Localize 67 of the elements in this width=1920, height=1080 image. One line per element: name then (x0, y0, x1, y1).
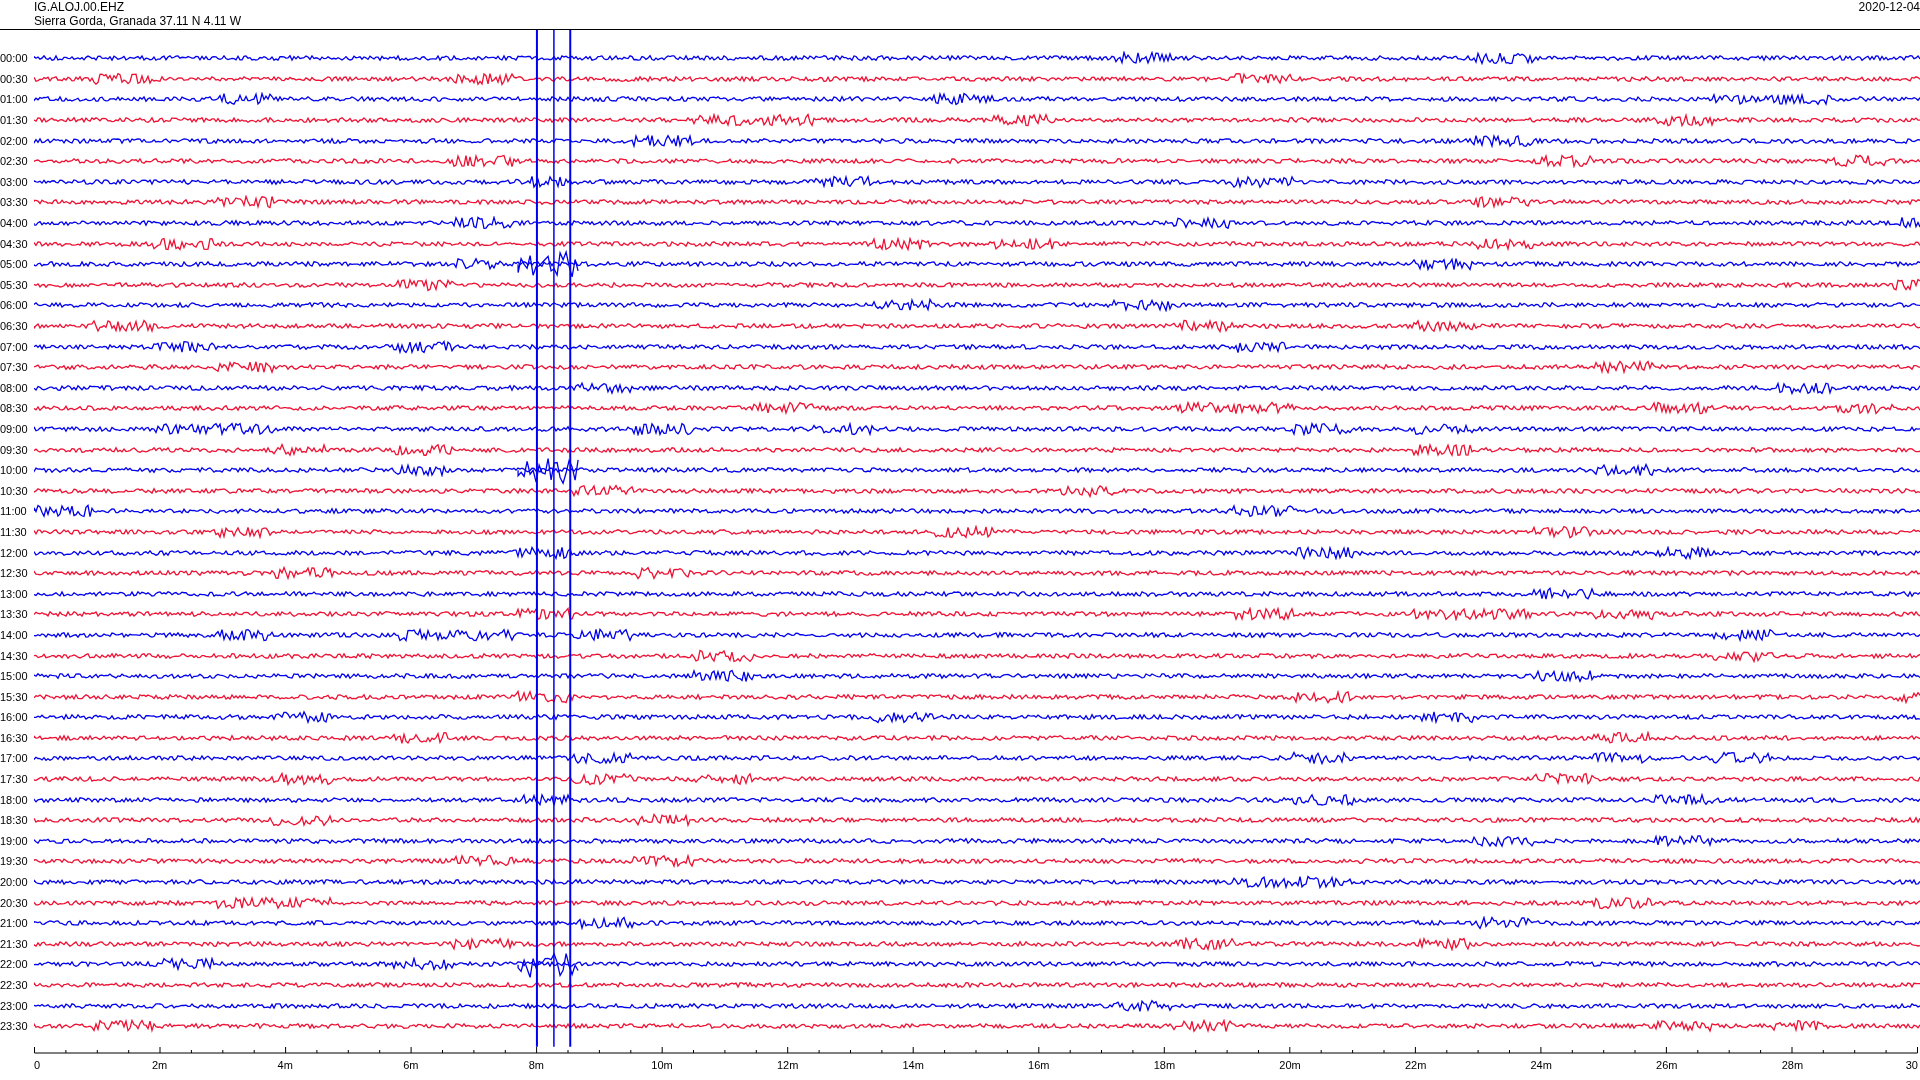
time-label: 14:30 (0, 649, 29, 662)
axis-tick-label: 16m (1028, 1058, 1050, 1071)
time-label: 01:00 (0, 93, 29, 106)
time-label: 00:00 (0, 52, 29, 65)
time-label: 18:30 (0, 814, 29, 827)
time-label: 12:30 (0, 567, 29, 580)
time-label: 15:00 (0, 670, 29, 683)
time-label: 07:00 (0, 340, 29, 353)
time-label: 06:00 (0, 299, 29, 312)
axis-tick-label: 2m (151, 1058, 168, 1071)
time-label: 03:00 (0, 175, 29, 188)
axis-tick-label: 14m (902, 1058, 924, 1071)
axis-tick-label: 24m (1530, 1058, 1552, 1071)
time-label: 05:00 (0, 258, 29, 271)
station-location: Sierra Gorda, Granada 37.11 N 4.11 W (34, 14, 241, 28)
time-label: 21:30 (0, 937, 29, 950)
time-label: 09:30 (0, 443, 29, 456)
axis-tick-label: 12m (776, 1058, 799, 1071)
time-label: 22:00 (0, 958, 29, 971)
time-label: 09:00 (0, 423, 29, 435)
time-label: 00:30 (0, 72, 29, 85)
time-label: 16:30 (0, 731, 29, 744)
axis-tick-label: 30 (1905, 1058, 1918, 1071)
time-label: 12:00 (0, 546, 29, 559)
time-label: 22:30 (0, 979, 29, 991)
time-label: 10:30 (0, 484, 29, 497)
time-label: 07:30 (0, 361, 29, 374)
time-label: 06:30 (0, 320, 29, 332)
time-label: 20:30 (0, 896, 29, 909)
time-label: 13:30 (0, 608, 29, 621)
time-label: 19:00 (0, 834, 29, 847)
time-label: 05:30 (0, 278, 29, 291)
axis-tick-label: 4m (277, 1058, 293, 1071)
time-label: 02:30 (0, 155, 29, 168)
time-label: 23:00 (0, 999, 29, 1012)
axis-tick-label: 10m (651, 1058, 673, 1071)
axis-tick-label: 22m (1404, 1058, 1427, 1071)
time-label: 14:00 (0, 628, 29, 641)
time-label: 17:00 (0, 752, 29, 765)
time-label: 11:30 (0, 525, 28, 538)
time-label: 08:30 (0, 402, 29, 415)
axis-tick-label: 8m (528, 1058, 545, 1071)
time-label: 13:00 (0, 587, 29, 600)
axis-tick-label: 20m (1279, 1058, 1301, 1071)
time-label: 08:00 (0, 381, 29, 394)
axis-tick-label: 0 (34, 1058, 41, 1071)
axis-tick-label: 6m (403, 1058, 419, 1071)
time-label: 04:00 (0, 217, 29, 230)
time-label: 17:30 (0, 773, 29, 786)
time-label: 11:00 (0, 505, 28, 518)
station-code: IG.ALOJ.00.EHZ (34, 0, 125, 14)
axis-tick-label: 26m (1656, 1058, 1678, 1071)
time-label: 01:30 (0, 114, 29, 127)
axis-tick-label: 18m (1153, 1058, 1176, 1071)
time-label: 15:30 (0, 690, 29, 703)
time-label: 18:00 (0, 793, 29, 806)
time-label: 04:30 (0, 237, 29, 250)
time-label: 23:30 (0, 1020, 29, 1033)
axis-tick-label: 28m (1781, 1058, 1804, 1071)
time-label: 21:00 (0, 917, 29, 930)
date-label: 2020-12-04 (1858, 0, 1920, 16)
time-label: 20:00 (0, 876, 29, 889)
time-label: 02:00 (0, 134, 29, 147)
time-label: 10:00 (0, 464, 29, 477)
time-label: 16:00 (0, 711, 29, 724)
time-label: 19:30 (0, 855, 29, 868)
time-label: 03:30 (0, 196, 29, 209)
